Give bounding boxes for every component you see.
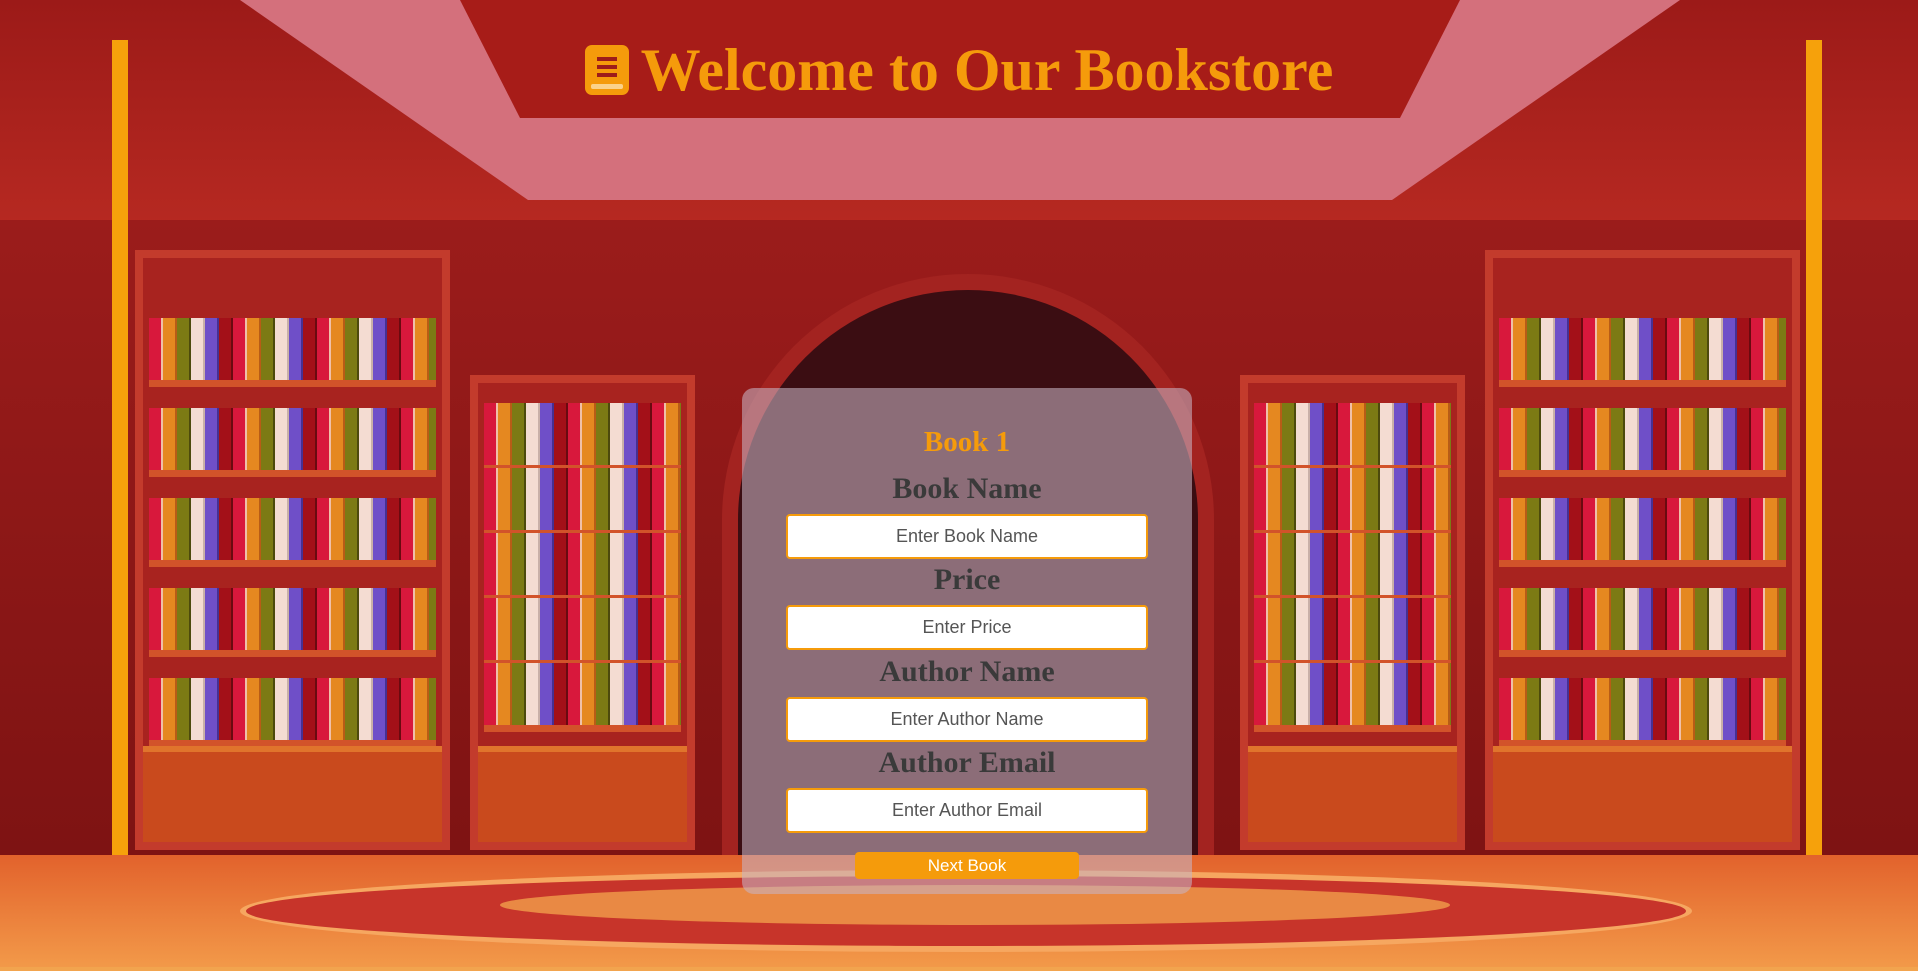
book-name-input[interactable] <box>786 514 1148 559</box>
bookcase-right-inner <box>1240 375 1465 850</box>
page-title: Welcome to Our Bookstore <box>0 36 1918 105</box>
author-email-label: Author Email <box>878 746 1056 779</box>
left-pillar <box>112 40 128 860</box>
floor-edge <box>0 967 1918 971</box>
book-number-heading: Book 1 <box>923 426 1011 458</box>
bookcase-right-outer <box>1485 250 1800 850</box>
bookcase-left-inner <box>470 375 695 850</box>
author-email-input[interactable] <box>786 788 1148 833</box>
price-label: Price <box>933 563 1001 596</box>
book-form: Book 1 Book Name Price Author Name Autho… <box>742 388 1192 894</box>
next-book-button[interactable]: Next Book <box>855 852 1079 879</box>
book-name-label: Book Name <box>892 472 1042 505</box>
page-title-text: Welcome to Our Bookstore <box>640 37 1334 103</box>
right-pillar <box>1806 40 1822 860</box>
bookcase-left-outer <box>135 250 450 850</box>
book-icon <box>584 45 629 96</box>
author-name-input[interactable] <box>786 697 1148 742</box>
price-input[interactable] <box>786 605 1148 650</box>
author-name-label: Author Name <box>879 655 1055 688</box>
